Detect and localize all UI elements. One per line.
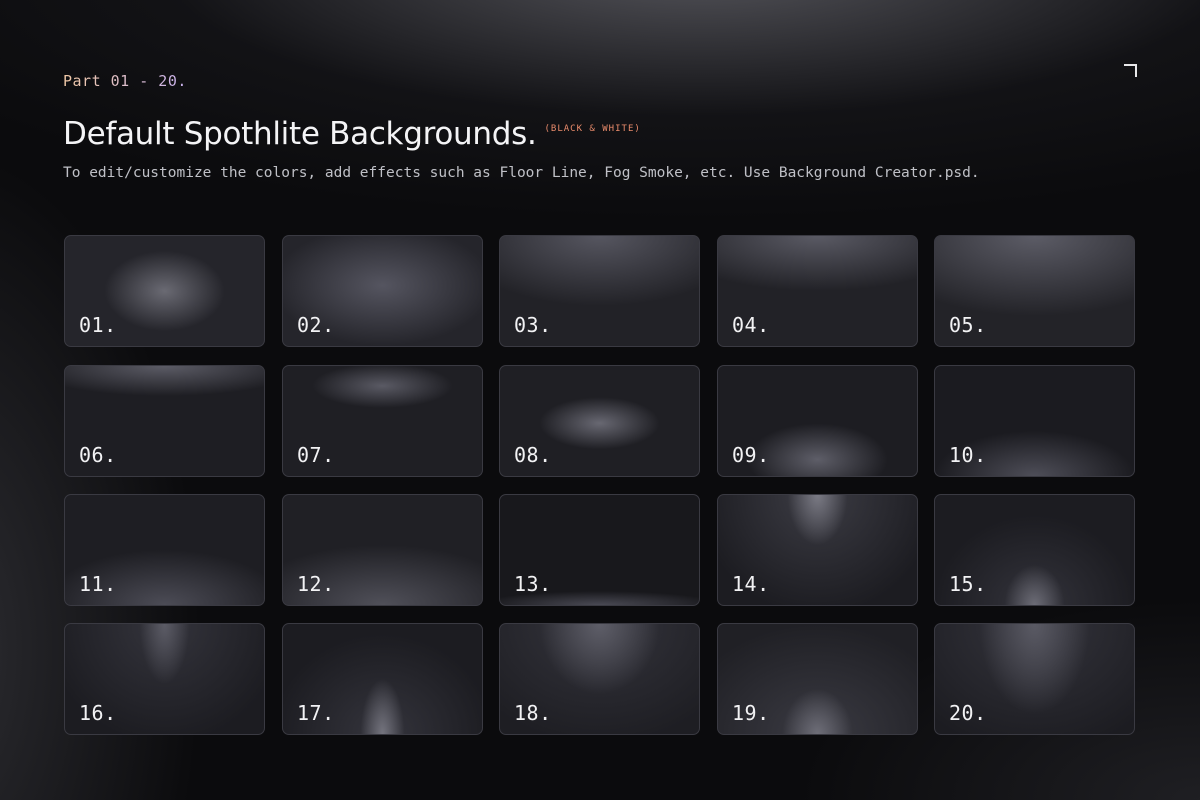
background-tile[interactable]: 14. <box>717 494 918 606</box>
background-tile[interactable]: 04. <box>717 235 918 347</box>
background-tile[interactable]: 12. <box>282 494 483 606</box>
background-tile[interactable]: 01. <box>64 235 265 347</box>
tile-number: 08. <box>514 443 552 467</box>
background-tile[interactable]: 10. <box>934 365 1135 477</box>
background-tile[interactable]: 17. <box>282 623 483 735</box>
background-tile[interactable]: 13. <box>499 494 700 606</box>
title-tag: (BLACK & WHITE) <box>544 124 641 134</box>
tile-number: 14. <box>732 572 770 596</box>
tile-number: 03. <box>514 313 552 337</box>
tile-number: 16. <box>79 701 117 725</box>
background-tile[interactable]: 02. <box>282 235 483 347</box>
background-tile[interactable]: 09. <box>717 365 918 477</box>
corner-bracket-icon <box>1124 64 1137 77</box>
background-tile[interactable]: 16. <box>64 623 265 735</box>
background-tile[interactable]: 03. <box>499 235 700 347</box>
tile-number: 20. <box>949 701 987 725</box>
tile-number: 12. <box>297 572 335 596</box>
tile-number: 10. <box>949 443 987 467</box>
background-tile[interactable]: 20. <box>934 623 1135 735</box>
page-subtitle: To edit/customize the colors, add effect… <box>63 165 980 181</box>
tile-number: 09. <box>732 443 770 467</box>
background-tile[interactable]: 07. <box>282 365 483 477</box>
background-tile[interactable]: 11. <box>64 494 265 606</box>
tile-number: 15. <box>949 572 987 596</box>
background-tile[interactable]: 15. <box>934 494 1135 606</box>
part-range-label: Part 01 - 20. <box>63 72 187 90</box>
tile-number: 11. <box>79 572 117 596</box>
tile-number: 04. <box>732 313 770 337</box>
tile-number: 05. <box>949 313 987 337</box>
tile-number: 06. <box>79 443 117 467</box>
tile-number: 19. <box>732 701 770 725</box>
background-tile[interactable]: 19. <box>717 623 918 735</box>
tile-number: 07. <box>297 443 335 467</box>
tile-number: 18. <box>514 701 552 725</box>
background-tile[interactable]: 18. <box>499 623 700 735</box>
tile-number: 17. <box>297 701 335 725</box>
background-tile[interactable]: 08. <box>499 365 700 477</box>
page-title: Default Spothlite Backgrounds. <box>63 116 537 152</box>
title-row: Default Spothlite Backgrounds. (BLACK & … <box>63 116 641 152</box>
background-tile[interactable]: 05. <box>934 235 1135 347</box>
tile-number: 02. <box>297 313 335 337</box>
tile-number: 01. <box>79 313 117 337</box>
tile-number: 13. <box>514 572 552 596</box>
background-tile[interactable]: 06. <box>64 365 265 477</box>
